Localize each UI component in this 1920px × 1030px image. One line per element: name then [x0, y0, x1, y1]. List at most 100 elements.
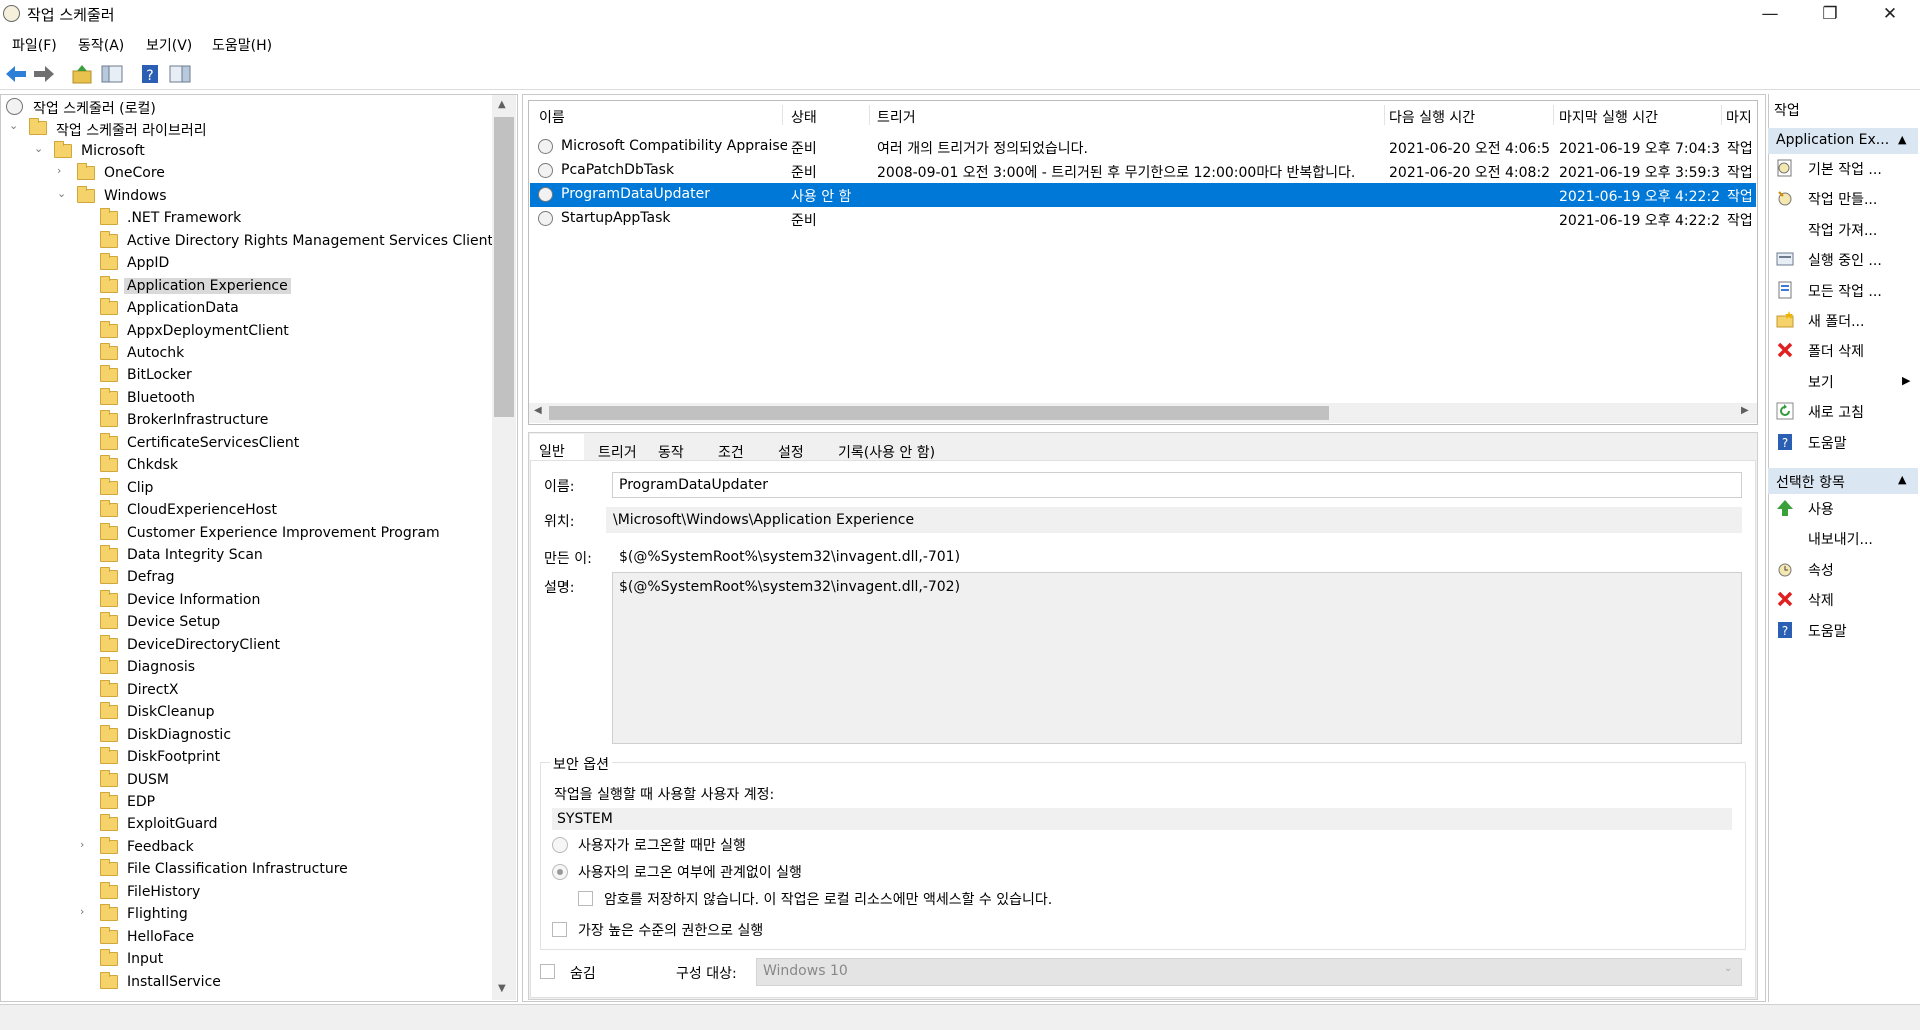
tree-item-folder[interactable]: Clip — [0, 477, 490, 500]
column-header-next-run[interactable]: 다음 실행 시간 — [1389, 107, 1475, 127]
task-row[interactable]: ProgramDataUpdater 사용 안 함 2021-06-19 오후 4:… — [530, 183, 1756, 207]
tree-item-folder[interactable]: DiskDiagnostic — [0, 724, 490, 747]
column-header-last-result[interactable]: 마지 — [1726, 107, 1752, 127]
tree-item-folder[interactable]: DirectX — [0, 679, 490, 702]
tree-item-folder[interactable]: BitLocker — [0, 365, 490, 387]
tab-history[interactable]: 기록(사용 안 함) — [838, 442, 935, 462]
location-field[interactable]: \Microsoft\Windows\Application Experienc… — [606, 507, 1742, 533]
column-separator[interactable] — [869, 105, 870, 125]
action-delete[interactable]: 삭제 — [1776, 587, 1916, 613]
action-enable[interactable]: 사용 — [1776, 496, 1916, 522]
action-help[interactable]: ? 도움말 — [1776, 618, 1916, 644]
configure-for-select[interactable]: Windows 10 — [756, 958, 1742, 986]
action-delete[interactable]: 폴더 삭제 — [1776, 338, 1916, 364]
action-all-tasks[interactable]: 모든 작업 ... — [1776, 278, 1916, 304]
column-header-trigger[interactable]: 트리거 — [877, 107, 916, 127]
tree-item-folder[interactable]: InstallService — [0, 971, 490, 994]
collapse-arrow-icon[interactable]: ▲ — [1898, 473, 1906, 486]
tree-item-folder[interactable]: Device Information — [0, 589, 490, 612]
tree-item-root[interactable]: 작업 스케줄러 (로컬) — [0, 96, 490, 118]
column-separator[interactable] — [1553, 105, 1554, 125]
tree-item-folder[interactable]: Bluetooth — [0, 387, 490, 410]
column-separator[interactable] — [782, 105, 783, 125]
collapse-arrow-icon[interactable]: ▲ — [1898, 133, 1906, 146]
back-icon[interactable] — [4, 63, 28, 85]
action-create-task[interactable]: 작업 만들... — [1776, 186, 1916, 212]
tree-item-folder[interactable]: CertificateServicesClient — [0, 432, 490, 455]
tree-item-folder[interactable]: Defrag — [0, 567, 490, 589]
tree-item-folder[interactable]: Application Experience — [0, 275, 490, 298]
show-hide-action-pane-icon[interactable] — [168, 63, 192, 85]
highest-privileges-checkbox[interactable] — [552, 922, 567, 937]
tree-item-folder[interactable]: › Flighting — [0, 904, 490, 926]
column-separator[interactable] — [1721, 105, 1722, 125]
tree-item-folder[interactable]: DiskCleanup — [0, 702, 490, 724]
description-field[interactable]: $(@%SystemRoot%\system32\invagent.dll,-7… — [612, 572, 1742, 744]
action-help[interactable]: ? 도움말 — [1776, 430, 1916, 456]
tree-item-folder[interactable]: CloudExperienceHost — [0, 500, 490, 522]
scroll-right-arrow-icon[interactable]: ▶ — [1741, 405, 1749, 416]
do-not-store-password-checkbox[interactable] — [578, 891, 593, 906]
highest-privileges-label[interactable]: 가장 높은 수준의 권한으로 실행 — [578, 920, 763, 940]
up-folder-icon[interactable] — [70, 63, 94, 85]
tree-item-windows[interactable]: ⌄ Windows — [0, 185, 490, 208]
tree-item-folder[interactable]: File Classification Infrastructure — [0, 859, 490, 881]
tab-conditions[interactable]: 조건 — [718, 442, 744, 462]
tree-item-folder[interactable]: ApplicationData — [0, 298, 490, 320]
tree-item-folder[interactable]: Diagnosis — [0, 657, 490, 679]
tree-item-folder[interactable]: AppID — [0, 253, 490, 275]
tab-general[interactable]: 일반 — [530, 434, 584, 460]
actions-section-application-experience[interactable]: Application Ex... ▲ — [1768, 128, 1918, 154]
run-logged-on-label[interactable]: 사용자가 로그온할 때만 실행 — [578, 835, 746, 855]
tree-scroll-thumb[interactable] — [494, 117, 514, 417]
tree-item-folder[interactable]: .NET Framework — [0, 208, 490, 230]
actions-section-selected-item[interactable]: 선택한 항목 ▲ — [1768, 468, 1918, 494]
tree-item-folder[interactable]: EDP — [0, 791, 490, 814]
task-row[interactable]: PcaPatchDbTask 준비 2008-09-01 오전 3:00에 - 트리… — [530, 159, 1756, 183]
tree-item-folder[interactable]: Active Directory Rights Management Servi… — [0, 230, 493, 253]
menu-view[interactable]: 보기(V) — [146, 35, 192, 55]
tree-item-folder[interactable]: AppxDeploymentClient — [0, 320, 490, 343]
close-button[interactable]: ✕ — [1860, 0, 1920, 30]
tree-item-folder[interactable]: Chkdsk — [0, 455, 490, 477]
run-whether-logged-on-label[interactable]: 사용자의 로그온 여부에 관계없이 실행 — [578, 862, 802, 882]
expand-arrow-icon[interactable]: ⌄ — [9, 119, 21, 132]
expand-arrow-icon[interactable]: › — [80, 838, 92, 851]
menu-action[interactable]: 동작(A) — [78, 35, 124, 55]
minimize-button[interactable]: — — [1740, 0, 1800, 30]
task-row[interactable]: Microsoft Compatibility Appraiser 준비 여러 개의… — [530, 135, 1756, 159]
tree-item-folder[interactable]: FileHistory — [0, 881, 490, 904]
tree-item-folder[interactable]: BrokerInfrastructure — [0, 410, 490, 432]
author-field[interactable]: $(@%SystemRoot%\system32\invagent.dll,-7… — [612, 544, 1742, 570]
task-list-horizontal-scrollbar[interactable]: ◀ ▶ — [529, 403, 1757, 423]
action-basic-task[interactable]: 기본 작업 ... — [1776, 156, 1916, 182]
tree-item-folder[interactable]: DeviceDirectoryClient — [0, 634, 490, 657]
tree-item-folder[interactable]: Customer Experience Improvement Program — [0, 522, 490, 545]
name-field[interactable]: ProgramDataUpdater — [612, 472, 1742, 498]
tree-item-folder[interactable]: HelloFace — [0, 926, 490, 949]
expand-arrow-icon[interactable]: ⌄ — [34, 142, 46, 155]
column-header-name[interactable]: 이름 — [539, 107, 565, 127]
do-not-store-password-label[interactable]: 암호를 저장하지 않습니다. 이 작업은 로컬 리소스에만 액세스할 수 있습니… — [604, 889, 1052, 909]
scroll-up-arrow-icon[interactable]: ▲ — [498, 99, 506, 110]
column-separator[interactable] — [1384, 105, 1385, 125]
forward-icon[interactable] — [32, 63, 56, 85]
tree-item-folder[interactable]: DUSM — [0, 769, 490, 792]
scroll-down-arrow-icon[interactable]: ▼ — [498, 983, 506, 994]
action-item[interactable]: 내보내기... — [1776, 526, 1916, 552]
tree-item-folder[interactable]: Data Integrity Scan — [0, 545, 490, 567]
run-logged-on-radio[interactable] — [552, 837, 568, 853]
action-new-folder[interactable]: 새 폴더... — [1776, 308, 1916, 334]
tree-item-folder[interactable]: Input — [0, 949, 490, 971]
tree-item-folder[interactable]: ExploitGuard — [0, 814, 490, 836]
action-properties[interactable]: 속성 — [1776, 557, 1916, 583]
tree-item-folder[interactable]: Device Setup — [0, 612, 490, 634]
action-running-tasks[interactable]: 실행 중인 ... — [1776, 247, 1916, 273]
action-item[interactable]: 작업 가져... — [1776, 217, 1916, 243]
hidden-label[interactable]: 숨김 — [570, 963, 596, 983]
tree-item-folder[interactable]: Autochk — [0, 342, 490, 365]
tree-item-microsoft[interactable]: ⌄ Microsoft — [0, 140, 490, 163]
tab-settings[interactable]: 설정 — [778, 442, 804, 462]
action-refresh[interactable]: 새로 고침 — [1776, 399, 1916, 425]
column-header-status[interactable]: 상태 — [791, 107, 817, 127]
